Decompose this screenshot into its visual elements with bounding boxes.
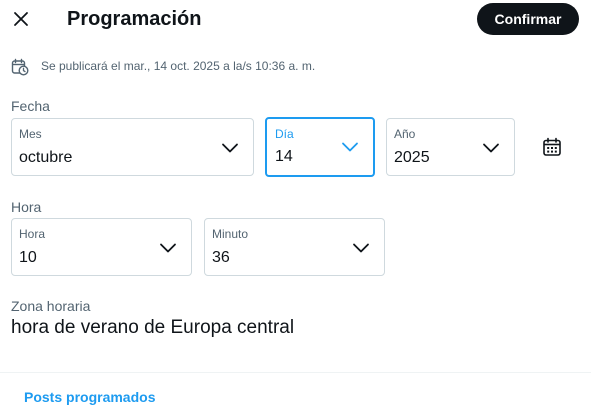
date-section-label: Fecha xyxy=(11,98,50,114)
chevron-down-icon xyxy=(222,143,238,153)
close-button[interactable] xyxy=(6,4,36,34)
year-select-label: Año xyxy=(394,127,416,141)
minute-select-label: Minuto xyxy=(212,227,249,241)
timezone-label: Zona horaria xyxy=(11,298,91,314)
day-select-label: Día xyxy=(275,127,294,141)
page-title: Programación xyxy=(67,8,202,30)
hour-select-value: 10 xyxy=(19,249,37,266)
calendar-icon xyxy=(543,137,561,156)
chevron-down-icon xyxy=(342,142,358,152)
schedule-summary-text: Se publicará el mar., 14 oct. 2025 a la/… xyxy=(41,59,316,73)
month-select[interactable]: Mes octubre xyxy=(11,118,254,176)
timezone-value: hora de verano de Europa central xyxy=(11,317,295,338)
day-select-value: 14 xyxy=(275,148,293,165)
calendar-clock-icon xyxy=(11,58,29,76)
year-select-value: 2025 xyxy=(394,149,430,166)
calendar-picker-button[interactable] xyxy=(540,135,564,159)
hour-select[interactable]: Hora 10 xyxy=(11,218,192,276)
chevron-down-icon xyxy=(353,243,369,253)
month-select-value: octubre xyxy=(19,149,73,166)
hour-select-label: Hora xyxy=(19,227,46,241)
confirm-button[interactable]: Confirmar xyxy=(477,3,579,35)
time-section-label: Hora xyxy=(11,199,42,215)
year-select[interactable]: Año 2025 xyxy=(386,118,515,176)
month-select-label: Mes xyxy=(19,127,42,141)
scheduled-posts-link[interactable]: Posts programados xyxy=(24,388,155,406)
chevron-down-icon xyxy=(483,143,499,153)
close-icon xyxy=(14,12,28,26)
day-select[interactable]: Día 14 xyxy=(265,117,375,177)
minute-select[interactable]: Minuto 36 xyxy=(204,218,385,276)
minute-select-value: 36 xyxy=(212,249,230,266)
chevron-down-icon xyxy=(160,243,176,253)
footer-divider xyxy=(0,372,591,373)
